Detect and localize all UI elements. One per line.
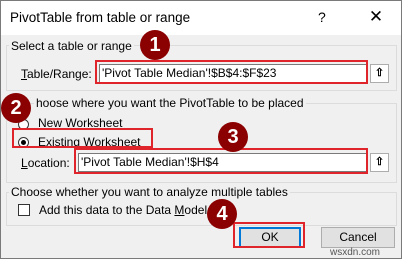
title-bar: PivotTable from table or range ? ✕: [1, 1, 401, 35]
new-worksheet-text: ew Worksheet: [46, 116, 123, 130]
placement-heading: hoose where you want the PivotTable to b…: [34, 96, 306, 110]
help-button[interactable]: ?: [318, 9, 326, 25]
step-badge-2: 2: [1, 93, 31, 123]
hotkey-l: L: [21, 156, 28, 170]
add-to-data-model-label: Add this data to the Data Model: [39, 203, 207, 217]
dialog-title: PivotTable from table or range: [10, 10, 191, 25]
hotkey-e: E: [38, 135, 47, 149]
step-badge-3: 3: [218, 122, 248, 152]
hotkey-m: M: [174, 203, 185, 217]
collapse-icon: ⇧: [374, 156, 385, 168]
multiple-tables-heading: Choose whether you want to analyze multi…: [9, 185, 290, 199]
existing-worksheet-text: xisting Worksheet: [46, 135, 141, 149]
table-range-label: Table/Range:: [21, 67, 92, 81]
location-label-text: ocation:: [27, 156, 70, 170]
watermark: wsxdn.com: [330, 247, 381, 258]
step-badge-1: 1: [140, 30, 170, 60]
step-badge-4: 4: [207, 199, 237, 229]
cancel-button[interactable]: Cancel: [321, 227, 395, 248]
collapse-icon: ⇧: [374, 67, 385, 79]
ok-button[interactable]: OK: [239, 227, 301, 248]
add-to-data-model-text-end: odel: [184, 203, 208, 217]
location-collapse-button[interactable]: ⇧: [370, 153, 389, 172]
existing-worksheet-radio[interactable]: [18, 137, 29, 148]
add-to-data-model-checkbox[interactable]: [18, 204, 30, 216]
pivottable-dialog: PivotTable from table or range ? ✕ Selec…: [0, 0, 402, 259]
location-label: Location:: [21, 156, 70, 170]
location-input[interactable]: 'Pivot Table Median'!$H$4: [78, 153, 367, 172]
existing-worksheet-label: Existing Worksheet: [38, 135, 141, 149]
table-range-input[interactable]: 'Pivot Table Median'!$B$4:$F$23: [99, 64, 367, 83]
close-icon[interactable]: ✕: [364, 6, 388, 28]
table-range-label-text: able/Range:: [27, 67, 92, 81]
new-worksheet-label: New Worksheet: [38, 116, 122, 130]
select-table-heading: Select a table or range: [9, 39, 134, 53]
add-to-data-model-text: Add this data to the Data: [39, 203, 175, 217]
table-range-collapse-button[interactable]: ⇧: [370, 64, 389, 83]
hotkey-n: N: [38, 116, 47, 130]
